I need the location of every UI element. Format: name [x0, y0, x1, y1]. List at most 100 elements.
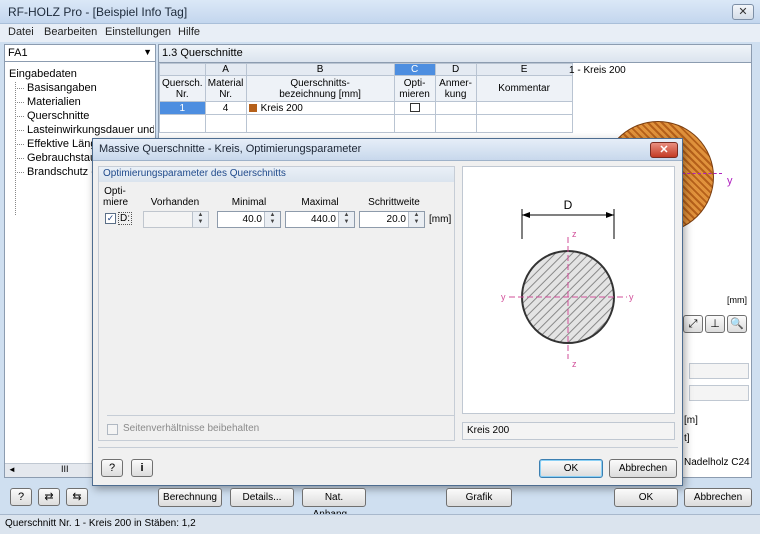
- help-button[interactable]: ?: [101, 459, 123, 477]
- preview-axis-line: [682, 173, 722, 174]
- col-schrittweite-label: Schrittweite: [368, 197, 420, 208]
- maximal-value: 440.0: [310, 214, 336, 225]
- table-row[interactable]: 1 4 Kreis 200: [159, 101, 573, 115]
- col-letter-c[interactable]: C: [393, 63, 436, 76]
- separator: [107, 415, 455, 416]
- help-button[interactable]: ?: [10, 488, 32, 506]
- dialog-close-button[interactable]: ✕: [650, 142, 678, 158]
- view-tool-icon[interactable]: ⤢: [683, 315, 703, 333]
- details-button[interactable]: Details...: [230, 488, 294, 507]
- menu-datei[interactable]: Datei: [8, 26, 34, 38]
- ok-button[interactable]: OK: [614, 488, 678, 507]
- empty-cell: [159, 114, 206, 133]
- empty-cell: [434, 114, 477, 133]
- col-letter-e[interactable]: E: [475, 63, 573, 76]
- col-letter-d[interactable]: D: [434, 63, 477, 76]
- help-icon: ?: [17, 491, 25, 503]
- dialog-title: Massive Querschnitte - Kreis, Optimierun…: [99, 143, 362, 155]
- bottom-toolbar: ? ⇄ ⇆ Berechnung Details... Nat. Anhang.…: [0, 486, 760, 520]
- info-field: [689, 363, 749, 379]
- dialog-title-bar: Massive Querschnitte - Kreis, Optimierun…: [93, 139, 682, 161]
- empty-cell: [393, 114, 436, 133]
- cross-section-table: A B C D E Quersch. Nr. Material Nr. Quer…: [159, 63, 573, 133]
- case-combobox[interactable]: FA1 ▼: [5, 45, 155, 62]
- col-letter-blank: [159, 63, 206, 76]
- unit-m-fragment: [m]: [684, 415, 698, 426]
- spinner-buttons: ▲ ▼: [192, 212, 208, 227]
- dialog-cancel-button[interactable]: Abbrechen: [609, 459, 677, 478]
- optimize-checkbox[interactable]: [409, 102, 420, 112]
- maximal-spinner[interactable]: 440.0 ▲ ▼: [285, 211, 355, 228]
- header-kommentar: Kommentar: [475, 75, 573, 102]
- cell-bezeichnung[interactable]: Kreis 200: [245, 101, 395, 115]
- import-button[interactable]: ⇄: [38, 488, 60, 506]
- cross-section-diagram-panel: D z z y y: [462, 166, 675, 414]
- param-d-label: D:: [118, 212, 132, 225]
- circle-diagram: D z z y y: [501, 198, 634, 369]
- col-letter-a[interactable]: A: [204, 63, 247, 76]
- import-icon: ⇄: [44, 491, 54, 503]
- cell-material[interactable]: 4: [204, 101, 247, 115]
- window-title: RF-HOLZ Pro - [Beispiel Info Tag]: [8, 5, 188, 19]
- tree-item-lasteinwirkungsdauer[interactable]: Lasteinwirkungsdauer und Nutz: [9, 123, 154, 137]
- close-icon: ✕: [738, 6, 748, 18]
- tree-item-basisangaben[interactable]: Basisangaben: [9, 81, 154, 95]
- optimize-d-checkbox[interactable]: ✓: [105, 213, 116, 224]
- preview-toolbar: ⤢ ⊥ 🔍: [679, 315, 749, 335]
- tree-root[interactable]: Eingabedaten: [9, 67, 154, 81]
- spinner-buttons[interactable]: ▲ ▼: [408, 212, 424, 227]
- dim-arrow-right: [606, 212, 614, 218]
- empty-cell: [475, 114, 573, 133]
- grafik-button[interactable]: Grafik: [446, 488, 512, 507]
- window-close-button[interactable]: ✕: [732, 4, 754, 20]
- close-icon: ✕: [659, 144, 669, 156]
- preview-unit: [mm]: [727, 295, 747, 305]
- axes-tool-icon[interactable]: ⊥: [705, 315, 725, 333]
- dim-label: D: [564, 198, 573, 212]
- empty-cell: [245, 114, 395, 133]
- unit-t-fragment: t]: [684, 433, 690, 444]
- material-color-swatch: [248, 103, 257, 112]
- export-button[interactable]: ⇆: [66, 488, 88, 506]
- schrittweite-spinner[interactable]: 20.0 ▲ ▼: [359, 211, 425, 228]
- section-title: 1.3 Querschnitte: [159, 45, 751, 63]
- header-optimieren: Opti- mieren: [393, 75, 436, 102]
- col-maximal-label: Maximal: [301, 197, 339, 208]
- cell-nr[interactable]: 1: [159, 101, 206, 115]
- cell-kommentar[interactable]: [475, 101, 573, 115]
- cell-optimieren[interactable]: [393, 101, 436, 115]
- menu-hilfe[interactable]: Hilfe: [178, 26, 200, 38]
- keep-ratio-checkbox: [107, 424, 118, 435]
- cancel-button[interactable]: Abbrechen: [684, 488, 752, 507]
- zoom-icon[interactable]: 🔍: [727, 315, 747, 333]
- optimization-dialog: Massive Querschnitte - Kreis, Optimierun…: [92, 138, 683, 486]
- preview-title: 1 - Kreis 200: [569, 65, 626, 76]
- nat-anhang-button[interactable]: Nat. Anhang...: [302, 488, 366, 520]
- cell-anmerkung[interactable]: [434, 101, 477, 115]
- dialog-ok-button[interactable]: OK: [539, 459, 603, 478]
- col-letter-b[interactable]: B: [245, 63, 395, 76]
- spinner-buttons[interactable]: ▲ ▼: [338, 212, 354, 227]
- keep-ratio-label: Seitenverhältnisse beibehalten: [123, 423, 260, 434]
- col-minimal-label: Minimal: [231, 197, 267, 208]
- tree-item-materialien[interactable]: Materialien: [9, 95, 154, 109]
- status-bar: Querschnitt Nr. 1 - Kreis 200 in Stäben:…: [0, 514, 760, 534]
- scroll-left-icon[interactable]: ◄: [8, 465, 16, 474]
- case-combobox-value: FA1: [8, 47, 28, 59]
- dim-arrow-left: [522, 212, 530, 218]
- menu-bearbeiten[interactable]: Bearbeiten: [44, 26, 97, 38]
- title-bar: RF-HOLZ Pro - [Beispiel Info Tag] ✕: [0, 0, 760, 24]
- minimal-spinner[interactable]: 40.0 ▲ ▼: [217, 211, 281, 228]
- header-bezeichnung: Querschnitts- bezeichnung [mm]: [245, 75, 395, 102]
- spinner-buttons[interactable]: ▲ ▼: [264, 212, 280, 227]
- info-button[interactable]: i: [131, 459, 153, 477]
- info-icon: i: [140, 462, 144, 474]
- col-optimiere-label: Opti- miere: [103, 186, 129, 208]
- menu-einstellungen[interactable]: Einstellungen: [105, 26, 171, 38]
- scroll-grip[interactable]: III: [61, 464, 69, 474]
- chevron-down-icon[interactable]: ▼: [143, 47, 152, 57]
- footer-separator: [98, 447, 678, 448]
- tree-item-querschnitte[interactable]: Querschnitte: [9, 109, 154, 123]
- berechnung-button[interactable]: Berechnung: [158, 488, 222, 507]
- diagram-caption: Kreis 200: [462, 422, 675, 440]
